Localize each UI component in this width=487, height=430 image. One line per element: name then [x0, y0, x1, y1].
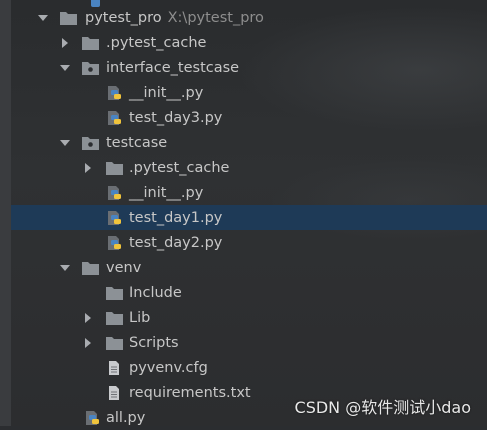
file-label: __init__.py — [129, 84, 204, 101]
file-label: all.py — [106, 409, 146, 426]
tree-row-test-day1[interactable]: test_day1.py — [11, 205, 487, 230]
package-folder-icon — [82, 136, 99, 150]
folder-icon — [82, 36, 99, 50]
file-label: test_day3.py — [129, 109, 223, 126]
folder-icon — [106, 336, 123, 350]
python-file-icon — [108, 210, 121, 225]
folder-label: Include — [129, 284, 182, 301]
text-file-icon — [109, 360, 119, 375]
tree-row-lib[interactable]: Lib — [11, 305, 487, 330]
chevron-down-icon[interactable] — [37, 12, 49, 24]
python-file-icon — [108, 85, 121, 100]
folder-icon — [106, 161, 123, 175]
root-name: pytest_pro — [85, 9, 162, 26]
folder-label: .pytest_cache — [106, 34, 207, 51]
folder-icon — [106, 286, 123, 300]
file-label: pyvenv.cfg — [129, 359, 208, 376]
python-file-icon — [86, 410, 99, 425]
file-label: __init__.py — [129, 184, 204, 201]
text-file-icon — [109, 385, 119, 400]
tree-row-pyvenv-cfg[interactable]: pyvenv.cfg — [11, 355, 487, 380]
left-tool-strip: a — [0, 0, 11, 426]
chevron-right-icon[interactable] — [82, 337, 94, 349]
folder-label: Scripts — [129, 334, 179, 351]
file-label: test_day1.py — [129, 209, 223, 226]
chevron-down-icon[interactable] — [59, 62, 71, 74]
watermark: CSDN @软件测试小dao — [294, 398, 471, 417]
folder-label: .pytest_cache — [129, 159, 230, 176]
python-file-icon — [108, 185, 121, 200]
tree-row-interface-testcase[interactable]: interface_testcase — [11, 55, 487, 80]
tree-row-venv[interactable]: venv — [11, 255, 487, 280]
tree-row-init-testcase[interactable]: __init__.py — [11, 180, 487, 205]
chevron-right-icon[interactable] — [82, 162, 94, 174]
tree-row-testcase[interactable]: testcase — [11, 130, 487, 155]
tree-row-root[interactable]: pytest_pro X:\pytest_pro — [11, 5, 487, 30]
chevron-down-icon[interactable] — [59, 262, 71, 274]
root-label: pytest_pro X:\pytest_pro — [85, 10, 264, 26]
file-label: requirements.txt — [129, 384, 251, 401]
folder-label: Lib — [129, 309, 151, 326]
tree-row-pytest-cache[interactable]: .pytest_cache — [11, 30, 487, 55]
python-file-icon — [108, 235, 121, 250]
tree-row-init[interactable]: __init__.py — [11, 80, 487, 105]
tree-row-scripts[interactable]: Scripts — [11, 330, 487, 355]
file-label: test_day2.py — [129, 234, 223, 251]
tree-row-include[interactable]: Include — [11, 280, 487, 305]
folder-icon — [82, 261, 99, 275]
python-file-icon — [108, 110, 121, 125]
folder-icon — [106, 311, 123, 325]
folder-icon — [60, 11, 77, 25]
folder-label: testcase — [106, 134, 168, 151]
tree-row-test-day2[interactable]: test_day2.py — [11, 230, 487, 255]
folder-label: venv — [106, 259, 142, 276]
package-folder-icon — [82, 61, 99, 75]
chevron-down-icon[interactable] — [59, 137, 71, 149]
chevron-right-icon[interactable] — [59, 37, 71, 49]
root-path: X:\pytest_pro — [167, 9, 264, 26]
tree-row-pytest-cache-nested[interactable]: .pytest_cache — [11, 155, 487, 180]
folder-label: interface_testcase — [106, 59, 240, 76]
chevron-right-icon[interactable] — [82, 312, 94, 324]
tree-row-test-day3[interactable]: test_day3.py — [11, 105, 487, 130]
